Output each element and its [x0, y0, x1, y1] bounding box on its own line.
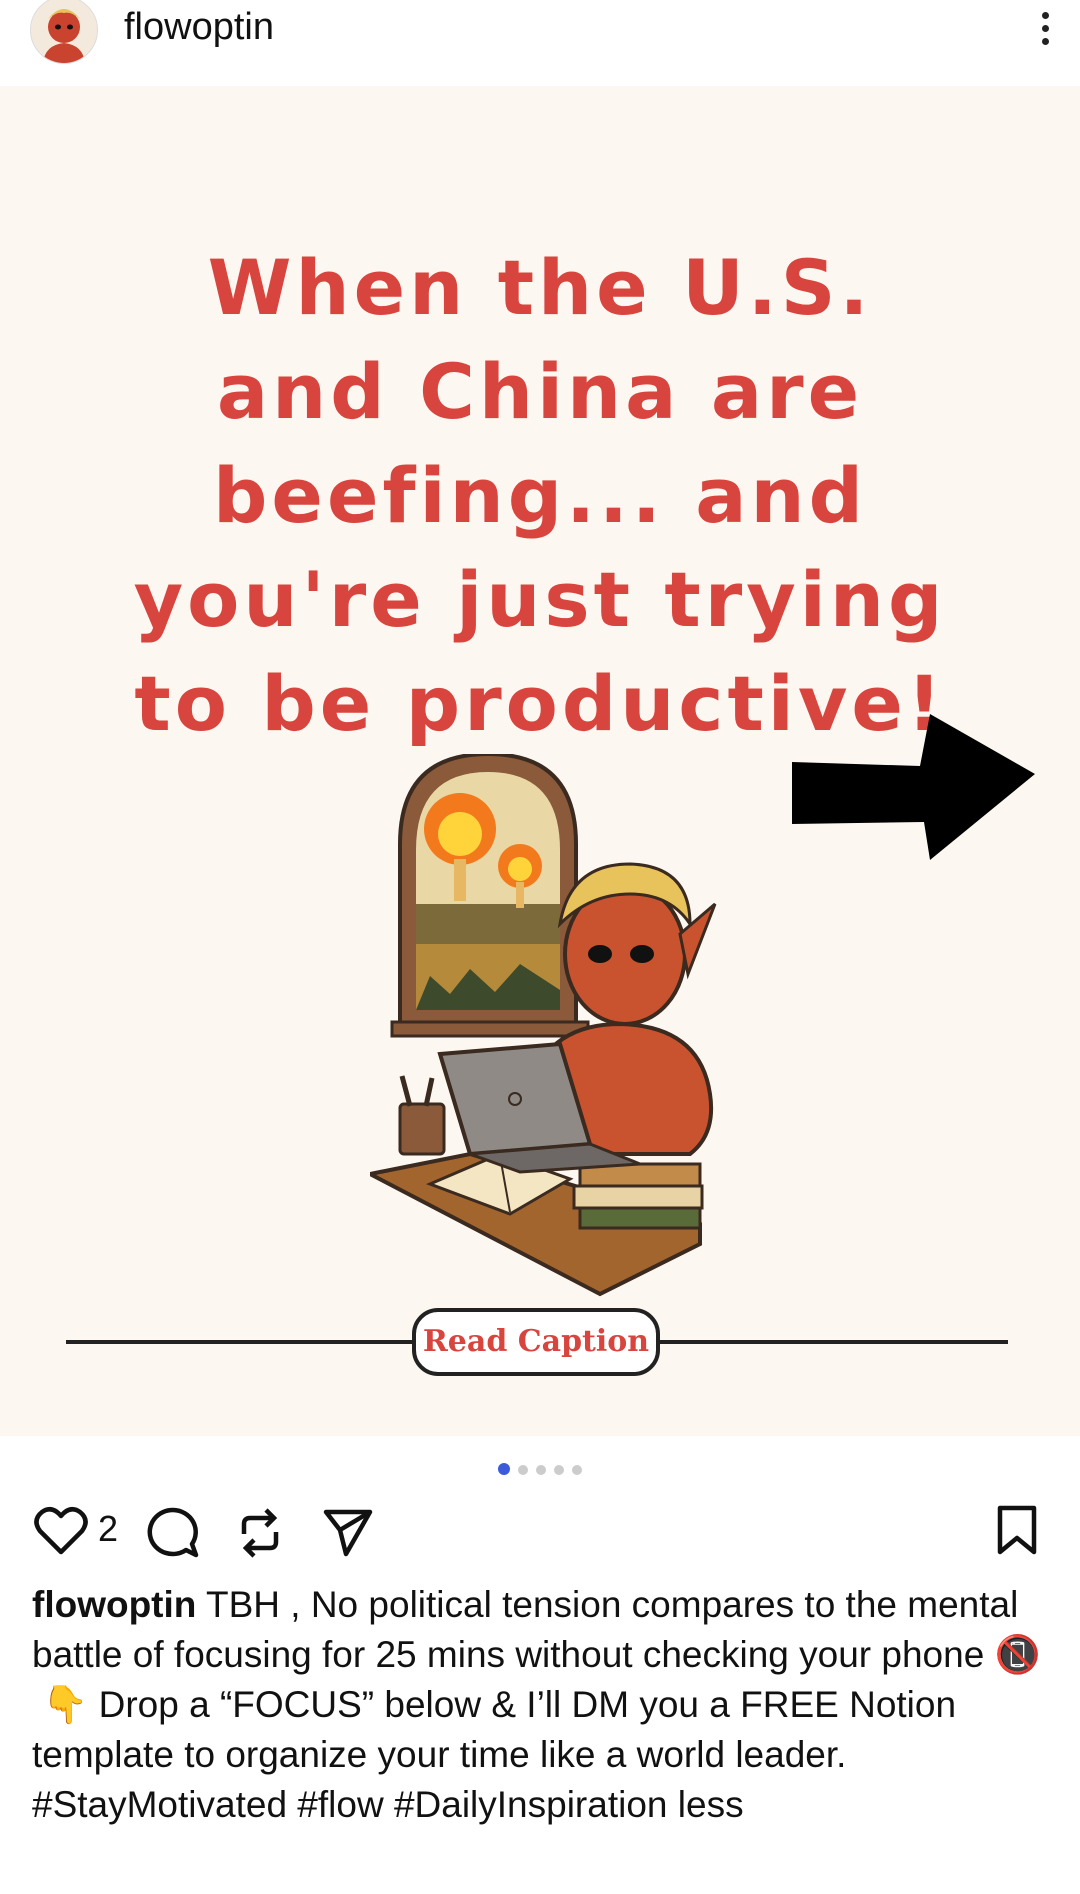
carousel-dot-active — [498, 1463, 510, 1475]
send-icon[interactable] — [322, 1508, 374, 1558]
more-vert-icon[interactable] — [1030, 8, 1060, 52]
post-caption: flowoptin TBH , No political tension com… — [32, 1580, 1048, 1830]
bookmark-icon[interactable] — [996, 1504, 1038, 1556]
arrow-right-icon — [792, 714, 1035, 860]
repost-icon[interactable] — [236, 1508, 284, 1558]
comment-icon[interactable] — [146, 1506, 200, 1560]
illustration — [370, 754, 717, 1297]
action-bar: 2 — [0, 1500, 1080, 1564]
caption-paragraph: 👇 Drop a “FOCUS” below & I’ll DM you a F… — [32, 1680, 1048, 1780]
username[interactable]: flowoptin — [124, 6, 274, 49]
headline-line: beefing... and — [213, 451, 867, 540]
post-image[interactable]: When the U.S. and China are beefing... a… — [0, 86, 1080, 1436]
no-phone-icon: 📵 — [994, 1634, 1041, 1675]
divider-line — [66, 1340, 416, 1344]
headline-line: When the U.S. — [207, 243, 873, 332]
less-link[interactable]: less — [678, 1784, 744, 1825]
carousel-dot — [554, 1465, 564, 1475]
avatar[interactable] — [30, 0, 98, 64]
caption-text: Drop a “FOCUS” below & I’ll DM you a FRE… — [32, 1684, 957, 1775]
caption-paragraph: #StayMotivated #flow #DailyInspiration l… — [32, 1780, 1048, 1830]
caption-username[interactable]: flowoptin — [32, 1584, 196, 1625]
carousel-dot — [536, 1465, 546, 1475]
divider-line — [658, 1340, 1008, 1344]
read-caption-badge: Read Caption — [412, 1308, 660, 1376]
post-headline: When the U.S. and China are beefing... a… — [0, 236, 1080, 756]
like-count[interactable]: 2 — [98, 1508, 118, 1550]
heart-icon[interactable] — [34, 1506, 88, 1556]
carousel-indicator — [0, 1462, 1080, 1476]
caption-hashtags[interactable]: #StayMotivated #flow #DailyInspiration — [32, 1784, 678, 1825]
headline-line: you're just trying — [133, 555, 947, 644]
caption-paragraph: flowoptin TBH , No political tension com… — [32, 1580, 1048, 1680]
carousel-dot — [518, 1465, 528, 1475]
carousel-dot — [572, 1465, 582, 1475]
post-header: flowoptin — [0, 0, 1080, 86]
headline-line: and China are — [216, 347, 864, 436]
pointing-down-icon: 👇 — [42, 1684, 89, 1725]
